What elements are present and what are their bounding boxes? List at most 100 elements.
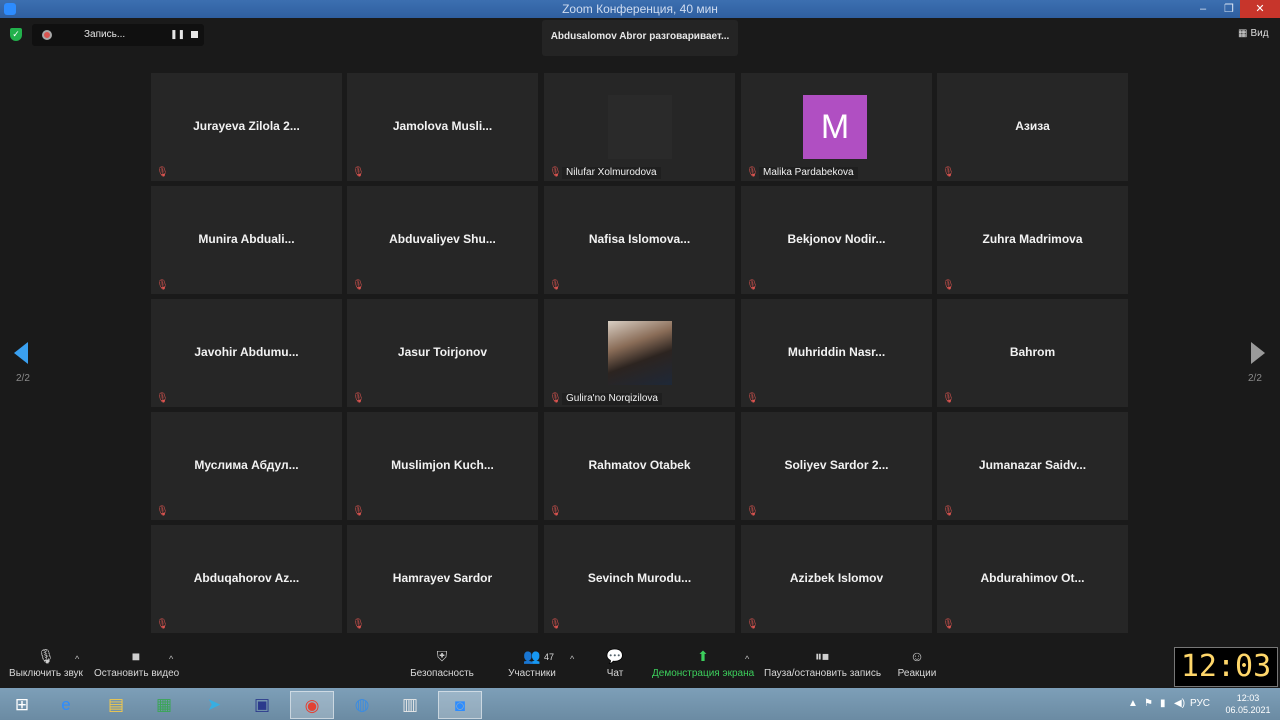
tray-expand-icon[interactable]: ▲ [1128, 698, 1138, 709]
security-button[interactable]: ⛨ Безопасность [410, 644, 474, 688]
participant-tile[interactable]: Abduvaliyev Shu... 🎙 [347, 186, 538, 294]
participant-tile[interactable]: Muslimjon Kuch... 🎙 [347, 412, 538, 520]
muted-microphone-icon: 🎙 [549, 619, 562, 630]
participant-name: Abduvaliyev Shu... [389, 232, 496, 246]
participant-name: Azizbek Islomov [789, 571, 884, 585]
start-button-windows-icon[interactable]: ⊞ [0, 691, 44, 719]
reactions-label: Реакции [897, 668, 937, 679]
pause-recording-icon[interactable]: ❚❚ [170, 29, 185, 40]
participant-tile[interactable]: Азиза 🎙 [937, 73, 1128, 181]
previous-page-arrow-icon[interactable] [14, 342, 28, 364]
next-page-arrow-icon[interactable] [1251, 342, 1265, 364]
participant-tile[interactable]: Soliyev Sardor 2... 🎙 [741, 412, 932, 520]
stop-video-button[interactable]: ■ Остановить видео [94, 644, 180, 688]
window-title: Zoom Конференция, 40 мин [562, 2, 718, 16]
participants-label: Участники [508, 668, 556, 679]
participant-tile[interactable]: Jurayeva Zilola 2... 🎙 [151, 73, 342, 181]
maximize-button[interactable]: ❐ [1216, 0, 1242, 18]
volume-icon[interactable]: ◀) [1174, 698, 1185, 709]
participant-tile[interactable]: Bahrom 🎙 [937, 299, 1128, 407]
participant-tile[interactable]: Jumanazar Saidv... 🎙 [937, 412, 1128, 520]
participant-tile[interactable]: Gulira'no Norqizilova 🎙 [544, 299, 735, 407]
pause-stop-recording-button[interactable]: ⏸⏹ Пауза/остановить запись [764, 644, 881, 688]
view-button[interactable]: ▦ Вид [1238, 28, 1269, 39]
excel-icon[interactable]: ▦ [142, 691, 186, 719]
chat-label: Чат [606, 668, 624, 679]
encryption-shield-icon[interactable]: ✓ [10, 28, 22, 41]
participant-tile[interactable]: Abduqahorov Az... 🎙 [151, 525, 342, 633]
participant-tile[interactable]: Abdurahimov Ot... 🎙 [937, 525, 1128, 633]
keyboard-language[interactable]: РУС [1190, 698, 1210, 709]
globe-icon[interactable]: ◍ [340, 691, 384, 719]
participant-name: Jamolova Musli... [392, 119, 493, 133]
muted-microphone-icon: 🎙 [549, 506, 562, 517]
participant-name: Jurayeva Zilola 2... [193, 119, 300, 133]
muted-microphone-icon: 🎙 [352, 167, 365, 178]
video-label: Остановить видео [94, 668, 180, 679]
participant-tile[interactable]: Javohir Abdumu... 🎙 [151, 299, 342, 407]
participant-avatar-blank [608, 95, 672, 159]
participant-tile[interactable]: Azizbek Islomov 🎙 [741, 525, 932, 633]
participant-name: Hamrayev Sardor [392, 571, 493, 585]
left-page-indicator: 2/2 [16, 373, 30, 384]
muted-microphone-icon: 🎙 [942, 619, 955, 630]
reactions-button[interactable]: ☺ Реакции [896, 644, 938, 688]
muted-microphone-icon: 🎙 [746, 619, 759, 630]
network-icon[interactable]: ▮ [1160, 698, 1166, 709]
desktop-clock-widget: 12:03 [1174, 647, 1278, 687]
muted-microphone-icon: 🎙 [746, 280, 759, 291]
participant-name: Munira Abduali... [198, 232, 295, 246]
telegram-icon[interactable]: ➤ [192, 691, 236, 719]
meeting-toolbar: 🎙 Выключить звук ^ ■ Остановить видео ^ … [0, 644, 1280, 688]
participant-tile[interactable]: Jamolova Musli... 🎙 [347, 73, 538, 181]
view-button-label: Вид [1250, 28, 1269, 39]
tray-date: 06.05.2021 [1225, 705, 1271, 715]
participant-tile[interactable]: Hamrayev Sardor 🎙 [347, 525, 538, 633]
right-page-indicator: 2/2 [1248, 373, 1262, 384]
participant-name: Bahrom [1009, 345, 1056, 359]
participants-caret-icon[interactable]: ^ [570, 654, 574, 664]
file-explorer-icon[interactable]: ▤ [94, 691, 138, 719]
participant-tile[interactable]: Nafisa Islomova... 🎙 [544, 186, 735, 294]
muted-microphone-icon: 🎙 [156, 619, 169, 630]
zoom-taskbar-icon[interactable]: ◙ [438, 691, 482, 719]
participant-name-label: Nilufar Xolmurodova [562, 167, 661, 179]
muted-microphone-icon: 🎙 [549, 280, 562, 291]
internet-explorer-icon[interactable]: e [44, 691, 88, 719]
stop-recording-icon[interactable] [191, 31, 198, 38]
flag-icon[interactable]: ⚑ [1144, 698, 1153, 709]
participant-name: Abdurahimov Ot... [980, 571, 1085, 585]
minimize-button[interactable]: – [1190, 0, 1216, 18]
chat-bubble-icon: 💬 [606, 648, 624, 664]
pause-stop-icon: ⏸⏹ [815, 648, 829, 664]
save-floppy-icon[interactable]: ▣ [240, 691, 284, 719]
participant-tile[interactable]: M Malika Pardabekova 🎙 [741, 73, 932, 181]
participant-tile[interactable]: Munira Abduali... 🎙 [151, 186, 342, 294]
chrome-icon[interactable]: ◉ [290, 691, 334, 719]
close-button[interactable]: ✕ [1240, 0, 1280, 18]
mute-button[interactable]: 🎙 Выключить звук [8, 644, 84, 688]
muted-microphone-icon: 🎙 [352, 280, 365, 291]
participant-avatar-letter: M [803, 95, 867, 159]
participant-tile[interactable]: Sevinch Murodu... 🎙 [544, 525, 735, 633]
participant-tile[interactable]: Zuhra Madrimova 🎙 [937, 186, 1128, 294]
participant-tile[interactable]: Nilufar Xolmurodova 🎙 [544, 73, 735, 181]
video-options-caret-icon[interactable]: ^ [169, 654, 173, 664]
participant-tile[interactable]: Muhriddin Nasr... 🎙 [741, 299, 932, 407]
participant-tile[interactable]: Rahmatov Otabek 🎙 [544, 412, 735, 520]
share-options-caret-icon[interactable]: ^ [745, 654, 749, 664]
participant-name: Jasur Toirjonov [397, 345, 488, 359]
participants-button[interactable]: 👥 Участники [506, 644, 558, 688]
active-speaker-banner: Abdusalomov Abror разговаривает... [542, 20, 738, 56]
participant-name: Zuhra Madrimova [982, 232, 1083, 246]
share-screen-button[interactable]: ⬆ Демонстрация экрана [652, 644, 754, 688]
notepad-icon[interactable]: ▥ [388, 691, 432, 719]
tray-clock[interactable]: 12:03 06.05.2021 [1220, 692, 1276, 716]
participant-tile[interactable]: Jasur Toirjonov 🎙 [347, 299, 538, 407]
participant-tile[interactable]: Муслима Абдул... 🎙 [151, 412, 342, 520]
share-label: Демонстрация экрана [652, 668, 755, 679]
participant-name: Soliyev Sardor 2... [784, 458, 889, 472]
audio-options-caret-icon[interactable]: ^ [75, 654, 79, 664]
participant-tile[interactable]: Bekjonov Nodir... 🎙 [741, 186, 932, 294]
chat-button[interactable]: 💬 Чат [598, 644, 632, 688]
